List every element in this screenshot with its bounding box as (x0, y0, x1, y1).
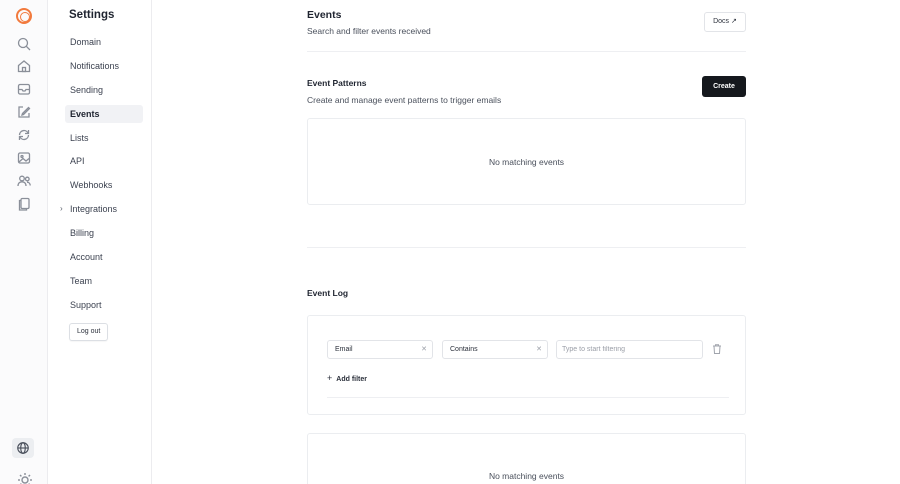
filter-value-input[interactable] (556, 340, 703, 359)
page-subtitle: Search and filter events received (307, 26, 431, 36)
settings-nav: Settings Domain Notifications Sending Ev… (48, 0, 152, 484)
users-icon[interactable] (16, 173, 32, 189)
add-filter-button[interactable]: + Add filter (327, 373, 367, 383)
log-empty-state: No matching events (488, 471, 565, 481)
nav-item-account[interactable]: Account (65, 248, 143, 266)
compose-icon[interactable] (16, 104, 32, 120)
brand-logo-icon[interactable] (16, 8, 32, 24)
documents-icon[interactable] (16, 196, 32, 212)
logout-button[interactable]: Log out (69, 323, 109, 341)
create-pattern-button[interactable]: Create (702, 76, 746, 97)
filter-panel: Email ✕ Contains ✕ +Add filter (307, 315, 746, 415)
clear-operator-icon[interactable]: ✕ (536, 341, 542, 358)
nav-item-lists[interactable]: Lists (65, 129, 143, 147)
nav-item-support[interactable]: Support (65, 296, 143, 314)
media-icon[interactable] (16, 150, 32, 166)
icon-rail (0, 0, 48, 484)
nav-item-domain[interactable]: Domain (65, 33, 143, 51)
sync-icon[interactable] (16, 127, 32, 143)
inbox-icon[interactable] (16, 81, 32, 97)
event-log-panel: No matching events (307, 433, 746, 484)
filter-operator-select[interactable]: Contains ✕ (442, 340, 548, 359)
nav-item-integrations[interactable]: › Integrations (60, 200, 143, 218)
event-log-title: Event Log (307, 288, 349, 298)
nav-item-team[interactable]: Team (65, 272, 143, 290)
page-title: Events (307, 9, 342, 21)
plus-icon: + (327, 373, 333, 383)
nav-item-label: Integrations (70, 204, 118, 214)
globe-icon[interactable] (12, 438, 34, 458)
filter-field-select[interactable]: Email ✕ (327, 340, 433, 359)
chevron-right-icon: › (60, 204, 63, 213)
filter-field-value: Email (335, 346, 353, 353)
docs-link-button[interactable]: Docs ↗ (704, 12, 746, 32)
patterns-empty-state: No matching events (488, 157, 565, 167)
sun-icon[interactable] (17, 472, 32, 484)
nav-item-billing[interactable]: Billing (65, 224, 143, 242)
home-icon[interactable] (16, 58, 32, 74)
nav-item-notifications[interactable]: Notifications (65, 57, 143, 75)
nav-item-sending[interactable]: Sending (65, 81, 143, 99)
nav-item-events[interactable]: Events (65, 105, 143, 123)
filter-operator-value: Contains (450, 346, 478, 353)
add-filter-label: Add filter (336, 376, 367, 383)
event-patterns-title: Event Patterns (307, 78, 367, 88)
settings-title: Settings (69, 9, 115, 21)
clear-field-icon[interactable]: ✕ (421, 341, 427, 358)
section-divider (307, 247, 746, 248)
nav-item-webhooks[interactable]: Webhooks (65, 176, 143, 194)
search-icon[interactable] (16, 36, 32, 52)
event-patterns-subtitle: Create and manage event patterns to trig… (307, 95, 502, 105)
panel-divider (327, 397, 729, 398)
trash-icon[interactable] (711, 343, 723, 355)
nav-item-api[interactable]: API (65, 152, 143, 170)
section-divider (307, 51, 746, 52)
event-patterns-panel: No matching events (307, 118, 746, 205)
